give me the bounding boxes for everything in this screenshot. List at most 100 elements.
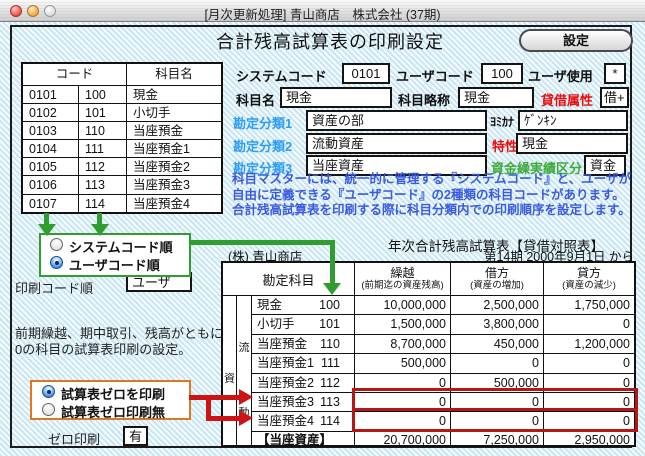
system-code-field[interactable]: 0101 xyxy=(342,63,390,84)
report-header-carry-main: 繰越 xyxy=(390,267,414,280)
user-code-label: ユーザコード xyxy=(396,66,474,85)
report-row-name: 小切手101 xyxy=(251,314,354,333)
class2-label: 勘定分類2 xyxy=(233,136,292,155)
report-total-credit: 2,950,000 xyxy=(543,431,634,448)
down-arrow-icon xyxy=(38,224,56,236)
kana-field[interactable]: ｹﾞﾝｷﾝ xyxy=(518,110,628,131)
code-cell-sys: 0106 xyxy=(23,175,78,193)
account-name: 当座預金1 xyxy=(257,354,314,372)
account-code: 112 xyxy=(320,374,340,392)
tokusei-field[interactable]: 現金 xyxy=(516,133,628,154)
zoom-window-button[interactable] xyxy=(44,5,56,17)
screen: { "window": { "title": "[月次更新処理] 青山商店 株式… xyxy=(0,0,645,456)
code-cell-user: 114 xyxy=(78,194,126,212)
code-cell-user: 112 xyxy=(78,157,126,175)
account-code: 114 xyxy=(320,412,340,430)
debit-credit-attr-label: 貸借属性 xyxy=(541,90,593,109)
class2-field[interactable]: 流動資産 xyxy=(306,133,487,154)
report-header-carry: 繰越 (前期迄の資産残高) xyxy=(354,263,450,295)
kana-label: ﾖﾐｶﾅ xyxy=(490,113,514,130)
report-header-credit-sub: (資産の減少) xyxy=(562,280,616,291)
zero-print-info: 前期繰越、期中取引、残高がともに0の科目の試算表印刷の設定。 xyxy=(15,326,225,357)
report-cell-debit: 3,800,000 xyxy=(450,314,543,333)
tokusei-label: 特性 xyxy=(492,136,518,155)
code-cell-user: 111 xyxy=(78,139,126,157)
report-total-debit: 7,250,000 xyxy=(450,431,543,448)
explanation-note: 科目マスターには、統一的に管理する『システムコード』と、ユーザが自由に定義できる… xyxy=(232,172,635,219)
radio-user-code-order-label[interactable]: ユーザコード順 xyxy=(69,255,160,274)
code-cell-name: 小切手 xyxy=(126,103,221,121)
radio-print-zero-label[interactable]: 試算表ゼロを印刷 xyxy=(61,384,165,403)
report-cell-credit: 0 xyxy=(543,314,634,333)
code-cell-name: 当座預金1 xyxy=(126,139,221,157)
report-header-credit-main: 貸方 xyxy=(577,267,601,280)
report-row-name: 当座預金4 114 xyxy=(251,411,354,430)
red-connector-horizontal-1 xyxy=(189,395,240,400)
print-order-label: 印刷コード順 xyxy=(15,278,93,297)
account-name: 当座預金3 xyxy=(257,393,314,411)
settings-button[interactable]: 設定 xyxy=(519,29,633,52)
report-cell-carry: 500,000 xyxy=(354,353,450,372)
close-window-button[interactable] xyxy=(10,5,22,17)
report-header-debit: 借方 (資産の増加) xyxy=(450,263,543,295)
code-cell-sys: 0107 xyxy=(23,194,78,212)
report-cell-carry: 8,700,000 xyxy=(354,334,450,353)
code-cell-name: 現金 xyxy=(126,85,221,103)
account-name: 当座預金4 xyxy=(257,412,314,430)
right-arrow-icon xyxy=(239,389,253,405)
code-cell-sys: 0101 xyxy=(23,85,78,103)
code-cell-name: 当座預金4 xyxy=(126,194,221,212)
radio-no-print-zero-label[interactable]: 試算表ゼロ印刷無 xyxy=(61,402,165,421)
account-name-field[interactable]: 現金 xyxy=(280,87,392,108)
down-arrow-icon xyxy=(91,224,109,236)
code-cell-user: 113 xyxy=(78,175,126,193)
category-strip-outer: 資 xyxy=(223,295,236,448)
minimize-window-button[interactable] xyxy=(27,5,39,17)
radio-no-print-zero[interactable] xyxy=(42,403,55,416)
debit-credit-attr-field[interactable]: 借+ xyxy=(600,87,629,108)
report-cell-credit: 1,750,000 xyxy=(543,295,634,314)
report-cell-credit: 1,200,000 xyxy=(543,334,634,353)
short-name-label: 科目略称 xyxy=(398,90,450,109)
account-name: 現金 xyxy=(257,296,282,314)
page-title: 合計残高試算表の印刷設定 xyxy=(150,28,510,54)
radio-system-code-order[interactable] xyxy=(50,238,63,251)
code-table-header-name: 科目名 xyxy=(126,64,221,85)
radio-print-zero[interactable] xyxy=(42,385,55,398)
code-cell-name: 当座預金 xyxy=(126,121,221,139)
code-cell-sys: 0105 xyxy=(23,157,78,175)
red-connector-horizontal-2 xyxy=(206,416,240,421)
report-row-name: 現金 100 xyxy=(251,295,354,314)
code-cell-name: 当座預金3 xyxy=(126,175,221,193)
down-arrow-icon xyxy=(323,283,341,295)
account-name: 当座預金 xyxy=(257,335,307,353)
radio-system-code-order-label[interactable]: システムコード順 xyxy=(69,237,173,256)
right-arrow-icon xyxy=(239,410,253,426)
user-use-field[interactable]: * xyxy=(604,63,626,84)
report-row-name: 当座預金1 111 xyxy=(251,353,354,372)
report-cell-debit: 450,000 xyxy=(450,334,543,353)
code-cell-sys: 0102 xyxy=(23,103,78,121)
account-name-label: 科目名 xyxy=(236,90,275,109)
report-header-carry-sub: (前期迄の資産残高) xyxy=(361,280,443,291)
radio-user-code-order[interactable] xyxy=(50,256,63,269)
code-cell-name: 当座預金2 xyxy=(126,157,221,175)
class1-field[interactable]: 資産の部 xyxy=(306,110,487,131)
system-code-label: システムコード xyxy=(236,66,327,85)
report-header-credit: 貸方 (資産の減少) xyxy=(543,263,634,295)
user-code-field[interactable]: 100 xyxy=(481,63,523,84)
green-connector-vertical xyxy=(330,240,335,284)
code-table-header-code: コード xyxy=(23,64,126,85)
code-table: コード 科目名 0101 100 現金 0102 101 小切手 0103 11… xyxy=(21,62,223,214)
short-name-field[interactable]: 現金 xyxy=(458,87,534,108)
user-use-label: ユーザ使用 xyxy=(528,66,593,85)
report-cell-carry: 1,500,000 xyxy=(354,314,450,333)
zero-print-label: ゼロ印刷 xyxy=(48,429,100,448)
account-code: 111 xyxy=(321,354,340,372)
code-cell-user: 110 xyxy=(78,121,126,139)
account-code: 100 xyxy=(319,296,340,314)
class1-label: 勘定分類1 xyxy=(233,113,292,132)
report-row-name: 当座預金2112 xyxy=(251,373,354,392)
report-cell-debit: 2,500,000 xyxy=(450,295,543,314)
zero-row-highlight-2 xyxy=(352,408,638,432)
